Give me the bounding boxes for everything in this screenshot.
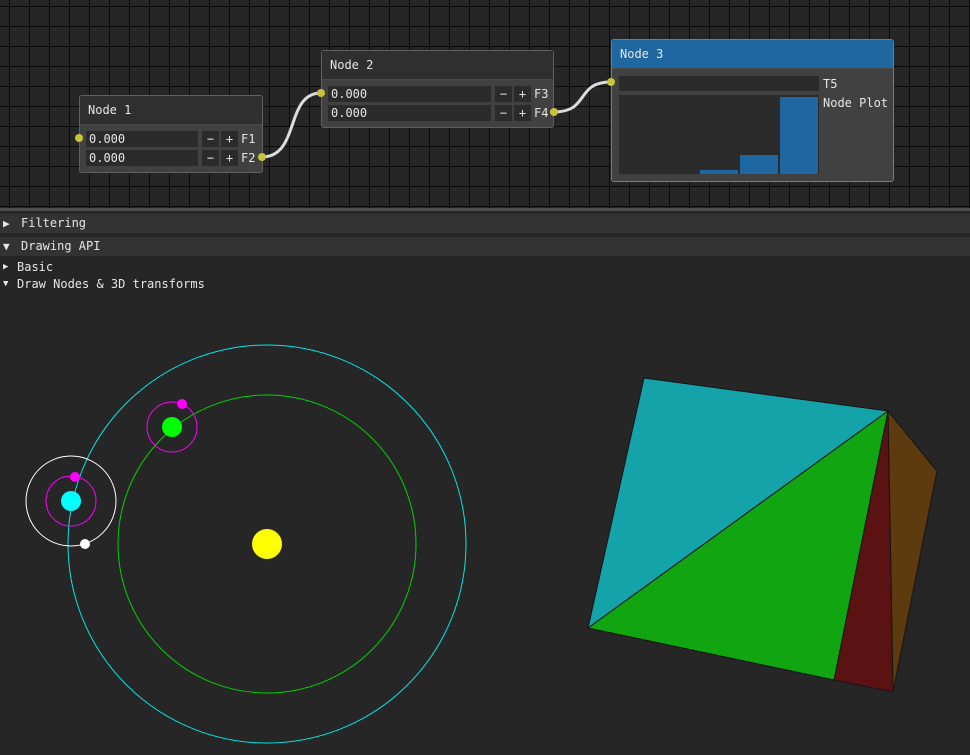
- node-1-f2-value[interactable]: 0.000: [86, 150, 198, 166]
- node-2-title: Node 2: [322, 51, 553, 80]
- node-2-f3-value[interactable]: 0.000: [328, 86, 491, 102]
- link-f2-to-node2[interactable]: [261, 91, 322, 159]
- node-2-f4-value[interactable]: 0.000: [328, 105, 491, 121]
- node-1-f1-increment-button[interactable]: +: [221, 131, 238, 147]
- node-3-plot-label: Node Plot: [823, 96, 889, 110]
- node-2-f3-label: F3: [534, 87, 549, 101]
- plot-bar: [740, 155, 778, 174]
- node-1-f1-label: F1: [241, 132, 256, 146]
- node-2-f4-label: F4: [534, 106, 549, 120]
- node-1-f2-output-pin[interactable]: [258, 153, 266, 161]
- node-3-plot: [619, 95, 819, 174]
- filtering-title: Filtering: [21, 216, 87, 230]
- filtering-header[interactable]: ▶ Filtering: [0, 214, 970, 233]
- node-2-f4-output-pin[interactable]: [550, 108, 558, 116]
- expanded-arrow-icon: ▼: [3, 240, 10, 253]
- node-1-f1-value[interactable]: 0.000: [86, 131, 198, 147]
- node-3-t5-label: T5: [823, 77, 838, 91]
- sun: [252, 529, 282, 559]
- plot-bar: [780, 97, 818, 174]
- draw-nodes-canvas[interactable]: [0, 292, 970, 755]
- node-1-f1-input-pin[interactable]: [75, 134, 83, 142]
- node-1-f1-decrement-button[interactable]: −: [202, 131, 219, 147]
- node-2-f4-decrement-button[interactable]: −: [495, 105, 512, 121]
- green-planet-moon: [177, 399, 187, 409]
- node-3-t5-input[interactable]: [619, 76, 819, 91]
- node-1-f2-increment-button[interactable]: +: [221, 150, 238, 166]
- expanded-arrow-icon: ▼: [3, 279, 9, 289]
- pyramid-face-brown: [887, 409, 938, 693]
- node-2-f4-increment-button[interactable]: +: [514, 105, 531, 121]
- draw-nodes-title: Draw Nodes & 3D transforms: [17, 277, 205, 291]
- satellite: [80, 539, 90, 549]
- node-3-title: Node 3: [612, 40, 893, 69]
- node-editor-canvas[interactable]: Node 1 0.000 − + F1 0.000 − + F2 Node 2 …: [0, 0, 970, 208]
- basic-title: Basic: [17, 260, 54, 274]
- node-2[interactable]: Node 2 0.000 − + F3 0.000 − + F4: [321, 50, 554, 128]
- cyan-planet: [61, 491, 81, 511]
- node-2-f3-decrement-button[interactable]: −: [495, 86, 512, 102]
- cyan-planet-moon: [70, 472, 80, 482]
- drawing-api-title: Drawing API: [21, 239, 101, 253]
- collapsed-arrow-icon: ▶: [3, 217, 10, 230]
- node-1-f2-label: F2: [241, 151, 256, 165]
- node-2-f3-input-pin[interactable]: [317, 89, 325, 97]
- node-3[interactable]: Node 3 T5 Node Plot: [611, 39, 894, 182]
- plot-bar: [700, 170, 738, 174]
- node-2-f3-increment-button[interactable]: +: [514, 86, 531, 102]
- node-1-f2-decrement-button[interactable]: −: [202, 150, 219, 166]
- drawing-api-header[interactable]: ▼ Drawing API: [0, 237, 970, 256]
- node-1[interactable]: Node 1 0.000 − + F1 0.000 − + F2: [79, 95, 263, 173]
- collapsed-arrow-icon: ▶: [3, 262, 9, 272]
- panel-splitter[interactable]: [0, 208, 970, 211]
- green-planet: [162, 417, 182, 437]
- node-3-input-pin[interactable]: [607, 78, 615, 86]
- node-1-title: Node 1: [80, 96, 262, 125]
- link-f4-to-node3[interactable]: [553, 80, 612, 114]
